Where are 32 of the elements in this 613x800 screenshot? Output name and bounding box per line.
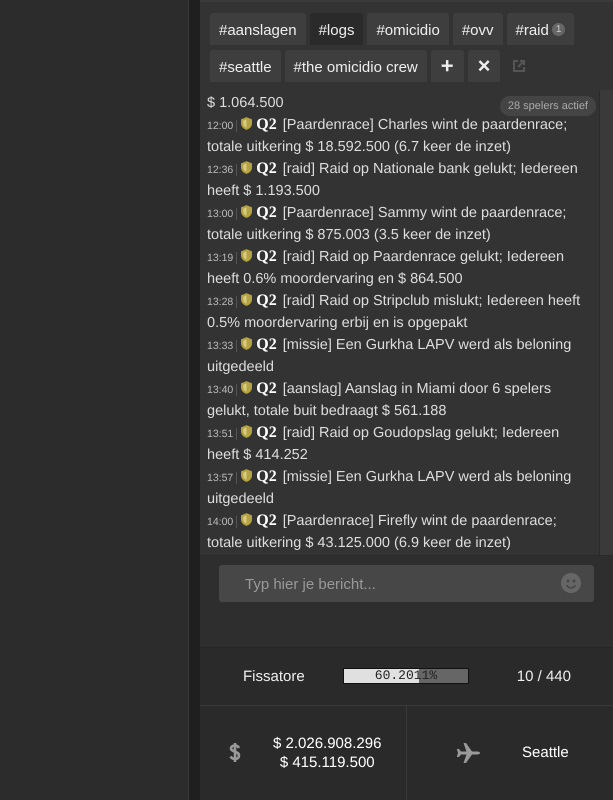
chat-message: 13:00 Q2 [Paardenrace] Sammy wint de paardenrace; totale uitkering $ 875.003 (3.5 keer de inzet)	[207, 202, 568, 245]
message-text: $ 1.064.500	[207, 94, 284, 113]
external-link-icon[interactable]	[512, 59, 526, 73]
add-tab-button[interactable]: +	[430, 50, 464, 82]
rank-name: Fissatore	[242, 668, 306, 684]
close-tab-button[interactable]: ×	[468, 50, 500, 82]
channel-tab[interactable]: #seattle	[210, 50, 281, 82]
chat-message: 13:40 Q2 [aanslag] Aanslag in Miami door 6 spelers gelukt, totale buit bedraagt $ 561.188	[207, 378, 552, 421]
channel-tab[interactable]: #the omicidio crew	[284, 50, 427, 82]
chat-message: 13:33 Q2 [missie] Een Gurkha LAPV werd als beloning uitgedeeld	[207, 334, 572, 377]
chat-message: 13:19 Q2 [raid] Raid op Paardenrace gelukt; Iedereen heeft 0.6% moordervaring en $ 864.500	[207, 246, 566, 289]
chat-message: 13:28 Q2 [raid] Raid op Stripclub mislukt; Iedereen heeft 0.5% moordervaring erbij en is opgepakt	[207, 290, 582, 333]
channel-tab[interactable]: #logs	[310, 13, 364, 45]
chat-message: 12:00 Q2 [Paardenrace] Charles wint de paardenrace; totale uitkering $ 18.592.500 (6.7 keer de inzet)	[207, 114, 568, 157]
message-input[interactable]: Typ hier je bericht...	[219, 564, 594, 602]
chat-message: 14:00 Q2 [Paardenrace] Firefly wint de paardenrace; totale uitkering $ 43.125.000 (6.9 keer de inzet)	[207, 510, 558, 553]
money-amount: $ 2.026.908.296	[273, 734, 382, 753]
channel-tab[interactable]: #ovv	[452, 13, 502, 45]
unread-badge: 1	[552, 22, 566, 36]
dollar-icon	[229, 742, 241, 764]
rank-count: 10 / 440	[516, 668, 571, 684]
channel-tab[interactable]: #raid 1	[506, 13, 574, 45]
chat-message: 13:57 Q2 [missie] Een Gurkha LAPV werd als beloning uitgedeeld	[207, 466, 572, 509]
chat-message: 12:36 Q2 [raid] Raid op Nationale bank gelukt; Iedereen heeft $ 1.193.500	[207, 158, 579, 201]
smiley-icon[interactable]	[561, 572, 581, 592]
airplane-icon	[456, 742, 480, 763]
channel-tab[interactable]: #omicidio	[367, 13, 449, 45]
channel-tab[interactable]: #aanslagen	[210, 13, 306, 45]
location-name: Seattle	[522, 744, 569, 762]
players-active-badge: 28 spelers actief	[500, 96, 596, 116]
money-amount: $ 415.119.500	[280, 752, 375, 772]
chat-message: 13:51 Q2 [raid] Raid op Goudopslag gelukt; Iedereen heeft $ 414.252	[207, 422, 560, 465]
